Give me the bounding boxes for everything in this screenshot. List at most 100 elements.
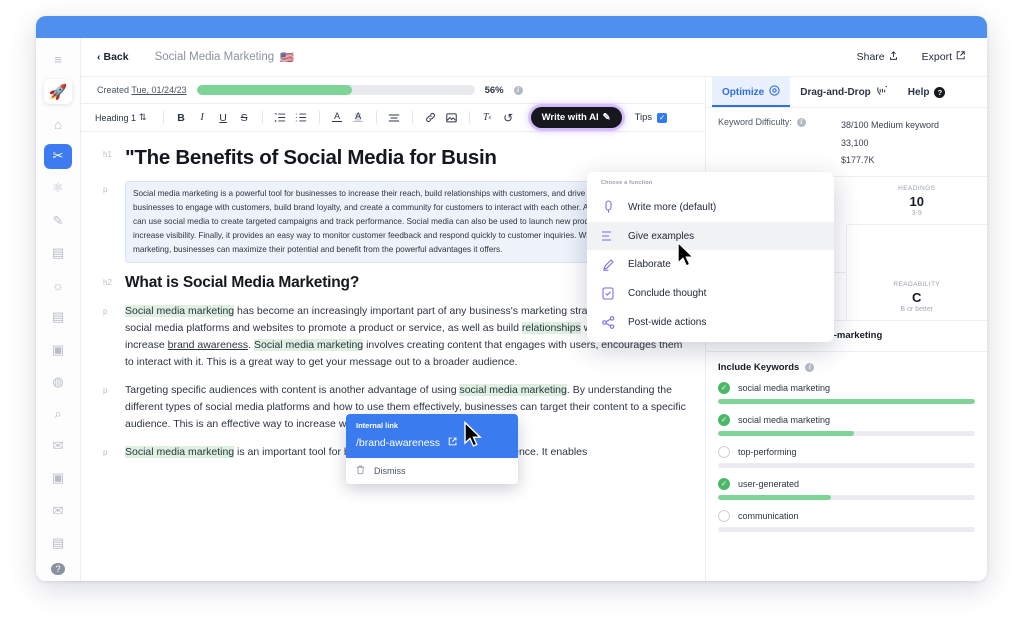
check-icon[interactable]: ✓ xyxy=(718,381,730,394)
keyword-name: communication xyxy=(738,510,799,521)
card-icon: ▤ xyxy=(51,309,65,325)
block-content[interactable]: What is Social Media Marketing? xyxy=(125,274,359,292)
image-button[interactable] xyxy=(443,109,460,126)
keyword-difficulty-label: Keyword Difficulty: i xyxy=(718,117,841,127)
highlight-color-button[interactable]: A xyxy=(350,109,367,126)
tab-drag-and-drop[interactable]: Drag-and-Drop xyxy=(790,77,898,107)
sidebar-tools-icon[interactable]: ✂ xyxy=(44,143,72,169)
sidebar-rocket-icon[interactable]: 🚀 xyxy=(44,79,72,105)
sidebar-money-icon[interactable]: ◍ xyxy=(44,369,72,394)
document-title[interactable]: Social Media Marketing 🇺🇸 xyxy=(155,51,294,64)
toolbar-divider xyxy=(375,111,377,124)
keyword-list: ✓ social media marketing ✓ social media mar… xyxy=(718,381,975,532)
underline-button[interactable]: U xyxy=(215,109,232,126)
keyword-item-0[interactable]: ✓ social media marketing xyxy=(718,381,975,404)
optimization-progress-bar xyxy=(196,85,475,95)
keyword-item-2[interactable]: top-performing xyxy=(718,445,975,468)
external-link-icon[interactable] xyxy=(448,437,457,449)
ai-menu-title: Choose a function xyxy=(601,180,653,186)
bold-button[interactable]: B xyxy=(173,109,190,126)
stat-headings: HEADINGS 10 3-9 xyxy=(846,177,987,225)
question-icon: ? xyxy=(934,86,946,98)
keyword-item-3[interactable]: ✓ user-generated xyxy=(718,477,975,500)
top-actions: Share Export xyxy=(857,50,965,64)
ai-menu-item-3[interactable]: Conclude thought xyxy=(587,279,834,308)
keyword-item-4[interactable]: communication xyxy=(718,509,975,532)
atom-icon: ⚛ xyxy=(52,180,64,196)
tab-label: Drag-and-Drop xyxy=(800,86,871,98)
ai-menu-item-label: Post-wide actions xyxy=(628,317,707,328)
sidebar-mail-icon[interactable]: ✉ xyxy=(44,498,72,523)
tips-toggle[interactable]: Tips ✓ xyxy=(635,112,668,123)
save-icon: ▤ xyxy=(51,534,65,550)
clear-format-button[interactable]: Tx xyxy=(479,109,496,126)
undo-button[interactable]: ↺ xyxy=(500,109,517,126)
sidebar-atom-icon[interactable]: ⚛ xyxy=(44,176,72,201)
tab-help[interactable]: Help? xyxy=(898,77,956,107)
unchecked-circle-icon[interactable] xyxy=(718,445,730,458)
link-type-label: Internal link xyxy=(356,421,399,430)
tips-checkbox[interactable]: ✓ xyxy=(657,112,668,123)
write-with-ai-label: Write with AI xyxy=(541,112,599,123)
keyword-name: user-generated xyxy=(738,478,800,489)
ai-menu-item-1[interactable]: Give examples xyxy=(587,222,834,250)
italic-button[interactable]: I xyxy=(194,109,211,126)
link-button[interactable] xyxy=(422,109,439,126)
ai-function-menu[interactable]: Choose a function Write more (default) Gi… xyxy=(587,172,834,342)
trash-icon xyxy=(356,465,365,477)
created-prefix: Created xyxy=(97,85,130,95)
ai-menu-item-label: Conclude thought xyxy=(628,288,707,299)
write-with-ai-button[interactable]: Write with AI ✎ xyxy=(530,107,622,128)
text-style-dropdown[interactable]: Heading 1 ⇅ xyxy=(95,112,156,123)
strikethrough-button[interactable]: S xyxy=(236,109,253,126)
font-color-button[interactable]: A xyxy=(329,109,346,126)
sidebar-search-icon[interactable]: ⌕ xyxy=(44,401,72,426)
sidebar-edit-icon[interactable]: ✎ xyxy=(44,208,72,233)
sidebar-help-icon[interactable]: ? xyxy=(51,562,65,576)
check-icon[interactable]: ✓ xyxy=(718,477,730,490)
inline-link[interactable]: brand awareness xyxy=(168,339,249,351)
keyword-progress-bar xyxy=(718,430,975,436)
sidebar-home-icon[interactable]: ⌂ xyxy=(44,111,72,136)
tab-optimize[interactable]: Optimize xyxy=(712,77,791,107)
keyword-name: top-performing xyxy=(738,446,797,457)
toolbar-divider xyxy=(411,111,413,124)
align-button[interactable] xyxy=(386,109,403,126)
sidebar-inbox-icon[interactable]: ✉ xyxy=(44,434,72,459)
sidebar-file-user-icon[interactable]: ▣ xyxy=(44,337,72,362)
stat-value: 10 xyxy=(909,193,924,209)
ai-menu-item-0[interactable]: Write more (default) xyxy=(587,192,834,222)
link-url-text: /brand-awareness xyxy=(356,437,441,449)
share-button[interactable]: Share xyxy=(857,50,898,64)
sidebar-card-icon[interactable]: ▤ xyxy=(44,305,72,330)
menu-icon: ≡ xyxy=(54,52,62,68)
bullet-list-button[interactable] xyxy=(293,109,310,126)
editor-toolbar: Heading 1 ⇅ B I U S A A T x ↺ Write with… xyxy=(81,104,705,132)
block-content[interactable]: "The Benefits of Social Media for Busin xyxy=(125,146,497,170)
ai-menu-item-4[interactable]: Post-wide actions xyxy=(587,308,834,337)
sidebar-save-icon[interactable]: ▤ xyxy=(44,530,72,555)
ai-menu-item-2[interactable]: Elaborate xyxy=(587,250,834,279)
info-icon[interactable]: i xyxy=(513,85,523,95)
keyword-difficulty-row: Keyword Difficulty: i 38/100 Medium keyw… xyxy=(706,108,987,176)
link-dismiss-row[interactable]: Dismiss xyxy=(346,458,518,484)
created-date[interactable]: Tue, 01/24/23 xyxy=(131,85,186,95)
sidebar-idea-icon[interactable]: ☼ xyxy=(44,273,72,298)
sidebar-document-icon[interactable]: ▤ xyxy=(44,240,72,265)
check-icon[interactable]: ✓ xyxy=(718,413,730,426)
info-icon[interactable]: i xyxy=(805,362,815,372)
sidebar-menu-icon[interactable]: ≡ xyxy=(44,47,72,72)
export-button[interactable]: Export xyxy=(922,51,965,64)
unchecked-circle-icon[interactable] xyxy=(718,509,730,522)
link-popover[interactable]: Internal link /brand-awareness Dismiss xyxy=(346,414,518,484)
keyword-item-1[interactable]: ✓ social media marketing xyxy=(718,413,975,436)
keyword-progress-bar xyxy=(718,462,975,468)
info-icon[interactable]: i xyxy=(796,117,806,127)
chevron-updown-icon: ⇅ xyxy=(139,112,147,122)
sidebar-clipboard-icon[interactable]: ▣ xyxy=(44,466,72,491)
link-url-row[interactable]: /brand-awareness xyxy=(356,437,508,449)
back-button[interactable]: ‹ Back xyxy=(97,51,129,63)
ordered-list-button[interactable] xyxy=(272,109,289,126)
link-popover-header: Internal link /brand-awareness xyxy=(346,414,518,458)
keyword-value-0: 38/100 Medium keyword xyxy=(841,120,940,130)
